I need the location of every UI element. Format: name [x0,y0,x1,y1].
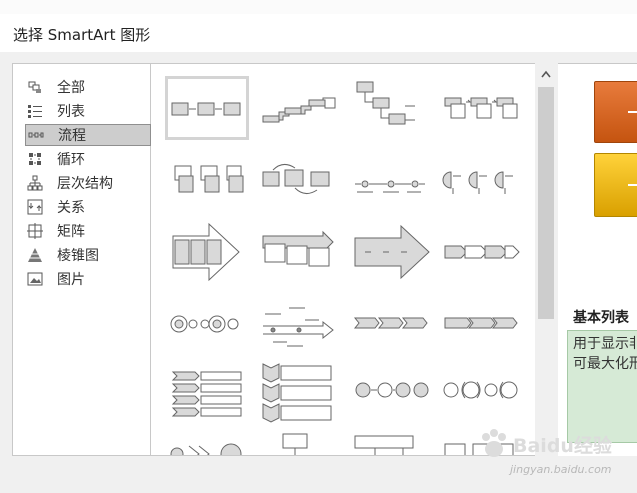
dialog-title: 选择 SmartArt 图形 [13,26,151,44]
arrow-process-thumbnail[interactable] [165,222,249,286]
process-icon [28,132,44,138]
picture-icon [27,272,43,286]
timeline-thumbnail[interactable] [259,300,343,364]
chevron-up-icon [541,70,551,78]
category-cycle[interactable]: 循环 [25,148,151,170]
watermark-url: jingyan.baidu.com [510,463,612,476]
chevron-process-thumbnail[interactable] [351,300,435,364]
category-panel: 全部 列表 流程 循环 层次结构 关系 矩阵 棱锥图 图片 [12,63,151,456]
preview-title: 基本列表 [573,310,629,326]
scrollbar-thumb[interactable] [538,87,554,319]
hierarchy-icon [27,175,43,191]
scroll-up-button[interactable] [535,65,557,83]
basic-process-thumbnail[interactable] [165,76,249,140]
gallery-scrollbar[interactable] [535,63,557,456]
category-matrix[interactable]: 矩阵 [25,220,151,242]
process-arrows-thumbnail[interactable] [441,152,525,216]
preview-panel: 基本列表 用于显示非 可最大化形 [558,63,637,456]
picture-accent-process-thumbnail[interactable] [165,152,249,216]
staggered-process-thumbnail[interactable] [259,222,343,286]
category-pyramid[interactable]: 棱锥图 [25,244,151,266]
all-icon [28,81,41,93]
pyramid-icon [28,248,42,262]
descending-process-thumbnail[interactable] [351,76,435,140]
preview-dash [628,184,637,186]
accent-process-thumbnail[interactable] [441,76,525,140]
bracket-process-thumbnail[interactable] [441,368,525,432]
category-all[interactable]: 全部 [25,76,151,98]
matrix-icon [27,223,43,239]
category-hierarchy[interactable]: 层次结构 [25,172,151,194]
circle-process-thumbnail[interactable] [165,300,249,364]
watermark-text: Baidu经验 [513,435,612,457]
funnel-thumbnail[interactable] [259,428,343,455]
preview-dash [628,111,637,113]
paw-logo-icon [482,429,506,457]
category-picture[interactable]: 图片 [25,268,151,290]
layout-gallery [151,63,557,456]
picture-process-thumbnail[interactable] [165,436,249,455]
circle-arrow-process-thumbnail[interactable] [441,222,525,286]
step-up-process-thumbnail[interactable] [259,76,343,140]
watermark: Baidu经验 jingyan.baidu.com [475,425,625,485]
alternating-flow-thumbnail[interactable] [259,152,343,216]
category-relationship[interactable]: 关系 [25,196,151,218]
continuous-arrow-thumbnail[interactable] [351,152,435,216]
category-process[interactable]: 流程 [25,124,151,146]
basic-chevron-thumbnail[interactable] [441,300,525,364]
upward-arrow-thumbnail[interactable] [351,222,435,286]
list-icon [28,105,42,118]
top-strip [0,0,637,14]
segmented-process-thumbnail[interactable] [351,430,435,455]
chevron-list-thumbnail[interactable] [165,368,249,432]
cycle-icon [29,153,41,165]
title-bar: 选择 SmartArt 图形 [0,14,637,52]
relationship-icon [27,199,43,215]
vertical-chevron-list-thumbnail[interactable] [259,362,343,426]
category-list[interactable]: 列表 [25,100,151,122]
circular-connector-thumbnail[interactable] [351,368,435,432]
